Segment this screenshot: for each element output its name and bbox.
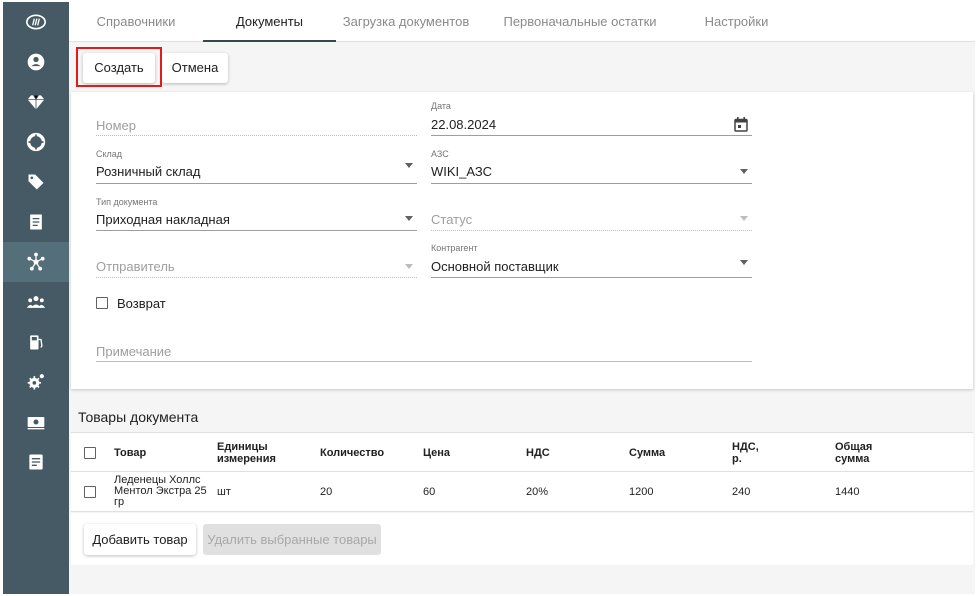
warehouse-select[interactable]: Склад Розничный склад — [96, 149, 417, 184]
return-label: Возврат — [117, 296, 166, 311]
tab-directories[interactable]: Справочники — [69, 2, 203, 42]
highlight-frame — [76, 47, 162, 87]
chevron-down-icon — [405, 264, 413, 269]
status-select[interactable]: Статус — [431, 197, 752, 231]
counterparty-value: Основной поставщик — [431, 259, 559, 274]
cell-quantity: 20 — [320, 486, 333, 498]
doc-type-select[interactable]: Тип документа Приходная накладная — [96, 197, 417, 231]
sidebar — [3, 2, 69, 594]
col-quantity: Количество — [320, 447, 385, 459]
tab-documents[interactable]: Документы — [203, 2, 336, 42]
delete-selected-button[interactable]: Удалить выбранные товары — [203, 524, 381, 555]
calendar-icon[interactable] — [734, 117, 748, 132]
date-value: 22.08.2024 — [431, 117, 497, 132]
select-all-checkbox[interactable] — [84, 447, 96, 459]
col-sum: Сумма — [629, 447, 666, 459]
sender-select[interactable]: Отправитель — [96, 244, 417, 278]
warehouse-underline — [96, 183, 417, 184]
table-row[interactable]: Леденецы Холлс Ментол Экстра 25 гр шт 20 6… — [71, 472, 973, 512]
col-price: Цена — [423, 447, 451, 459]
counterparty-select[interactable]: Контрагент Основной поставщик — [431, 243, 752, 278]
list-document-icon[interactable] — [3, 442, 69, 482]
number-underline — [96, 135, 417, 136]
cell-product: Леденецы Холлс Ментол Экстра 25 гр — [114, 474, 207, 508]
lifebuoy-icon[interactable] — [3, 122, 69, 162]
number-placeholder: Номер — [96, 118, 137, 133]
fuel-station-icon[interactable] — [3, 322, 69, 362]
date-underline — [431, 135, 752, 136]
tab-settings[interactable]: Настройки — [684, 2, 789, 42]
col-vat: НДС — [526, 447, 550, 459]
note-underline — [96, 361, 752, 362]
logo-icon[interactable] — [3, 2, 69, 42]
chevron-down-icon — [740, 216, 748, 221]
col-product: Товар — [114, 447, 147, 459]
cell-vat-rub: 240 — [732, 486, 751, 498]
cell-price: 60 — [423, 486, 436, 498]
cash-icon[interactable] — [3, 402, 69, 442]
chevron-down-icon — [405, 216, 413, 221]
chevron-down-icon — [740, 169, 748, 174]
note-placeholder: Примечание — [96, 344, 172, 359]
return-checkbox[interactable] — [96, 297, 108, 309]
settings-gear-icon[interactable] — [3, 362, 69, 402]
receipt-icon[interactable] — [3, 202, 69, 242]
col-vat-rub: НДС, р. — [732, 441, 759, 465]
sender-underline — [96, 277, 417, 278]
account-icon[interactable] — [3, 42, 69, 82]
station-select[interactable]: АЗС WIKI_АЗС — [431, 149, 752, 184]
people-icon[interactable] — [3, 282, 69, 322]
cell-sum: 1200 — [629, 486, 654, 498]
counterparty-underline — [431, 277, 752, 278]
number-field[interactable]: Номер — [96, 104, 417, 136]
cell-unit: шт — [217, 486, 231, 498]
doc-type-value: Приходная накладная — [96, 212, 230, 227]
hub-icon[interactable] — [3, 242, 69, 282]
warehouse-label: Склад — [96, 149, 123, 159]
doc-type-label: Тип документа — [96, 197, 158, 207]
station-value: WIKI_АЗС — [431, 164, 493, 179]
doc-type-underline — [96, 230, 417, 231]
station-label: АЗС — [431, 149, 449, 159]
chevron-down-icon — [740, 260, 748, 265]
col-unit: Единицы измерения — [217, 441, 276, 465]
date-label: Дата — [431, 101, 451, 111]
note-field[interactable]: Примечание — [96, 330, 752, 362]
row-checkbox[interactable] — [84, 486, 96, 498]
station-underline — [431, 183, 752, 184]
counterparty-label: Контрагент — [431, 243, 478, 253]
cell-total: 1440 — [835, 486, 860, 498]
date-field[interactable]: Дата 22.08.2024 — [431, 101, 752, 136]
tab-initial-balances[interactable]: Первоначальные остатки — [476, 2, 684, 42]
sender-placeholder: Отправитель — [96, 259, 175, 274]
cancel-button[interactable]: Отмена — [162, 53, 228, 83]
status-underline — [431, 230, 752, 231]
tag-icon[interactable] — [3, 162, 69, 202]
warehouse-value: Розничный склад — [96, 164, 201, 179]
cell-vat: 20% — [526, 486, 549, 498]
status-placeholder: Статус — [431, 212, 473, 227]
top-tabs: Справочники Документы Загрузка документо… — [69, 2, 975, 42]
goods-table-header: Товар Единицы измерения Количество Цена Н… — [71, 432, 973, 472]
tab-document-upload[interactable]: Загрузка документов — [336, 2, 476, 42]
goods-section-title: Товары документа — [78, 409, 199, 425]
chevron-down-icon — [405, 163, 413, 168]
diamond-icon[interactable] — [3, 82, 69, 122]
col-total: Общая сумма — [835, 441, 873, 465]
add-product-button[interactable]: Добавить товар — [84, 524, 196, 555]
